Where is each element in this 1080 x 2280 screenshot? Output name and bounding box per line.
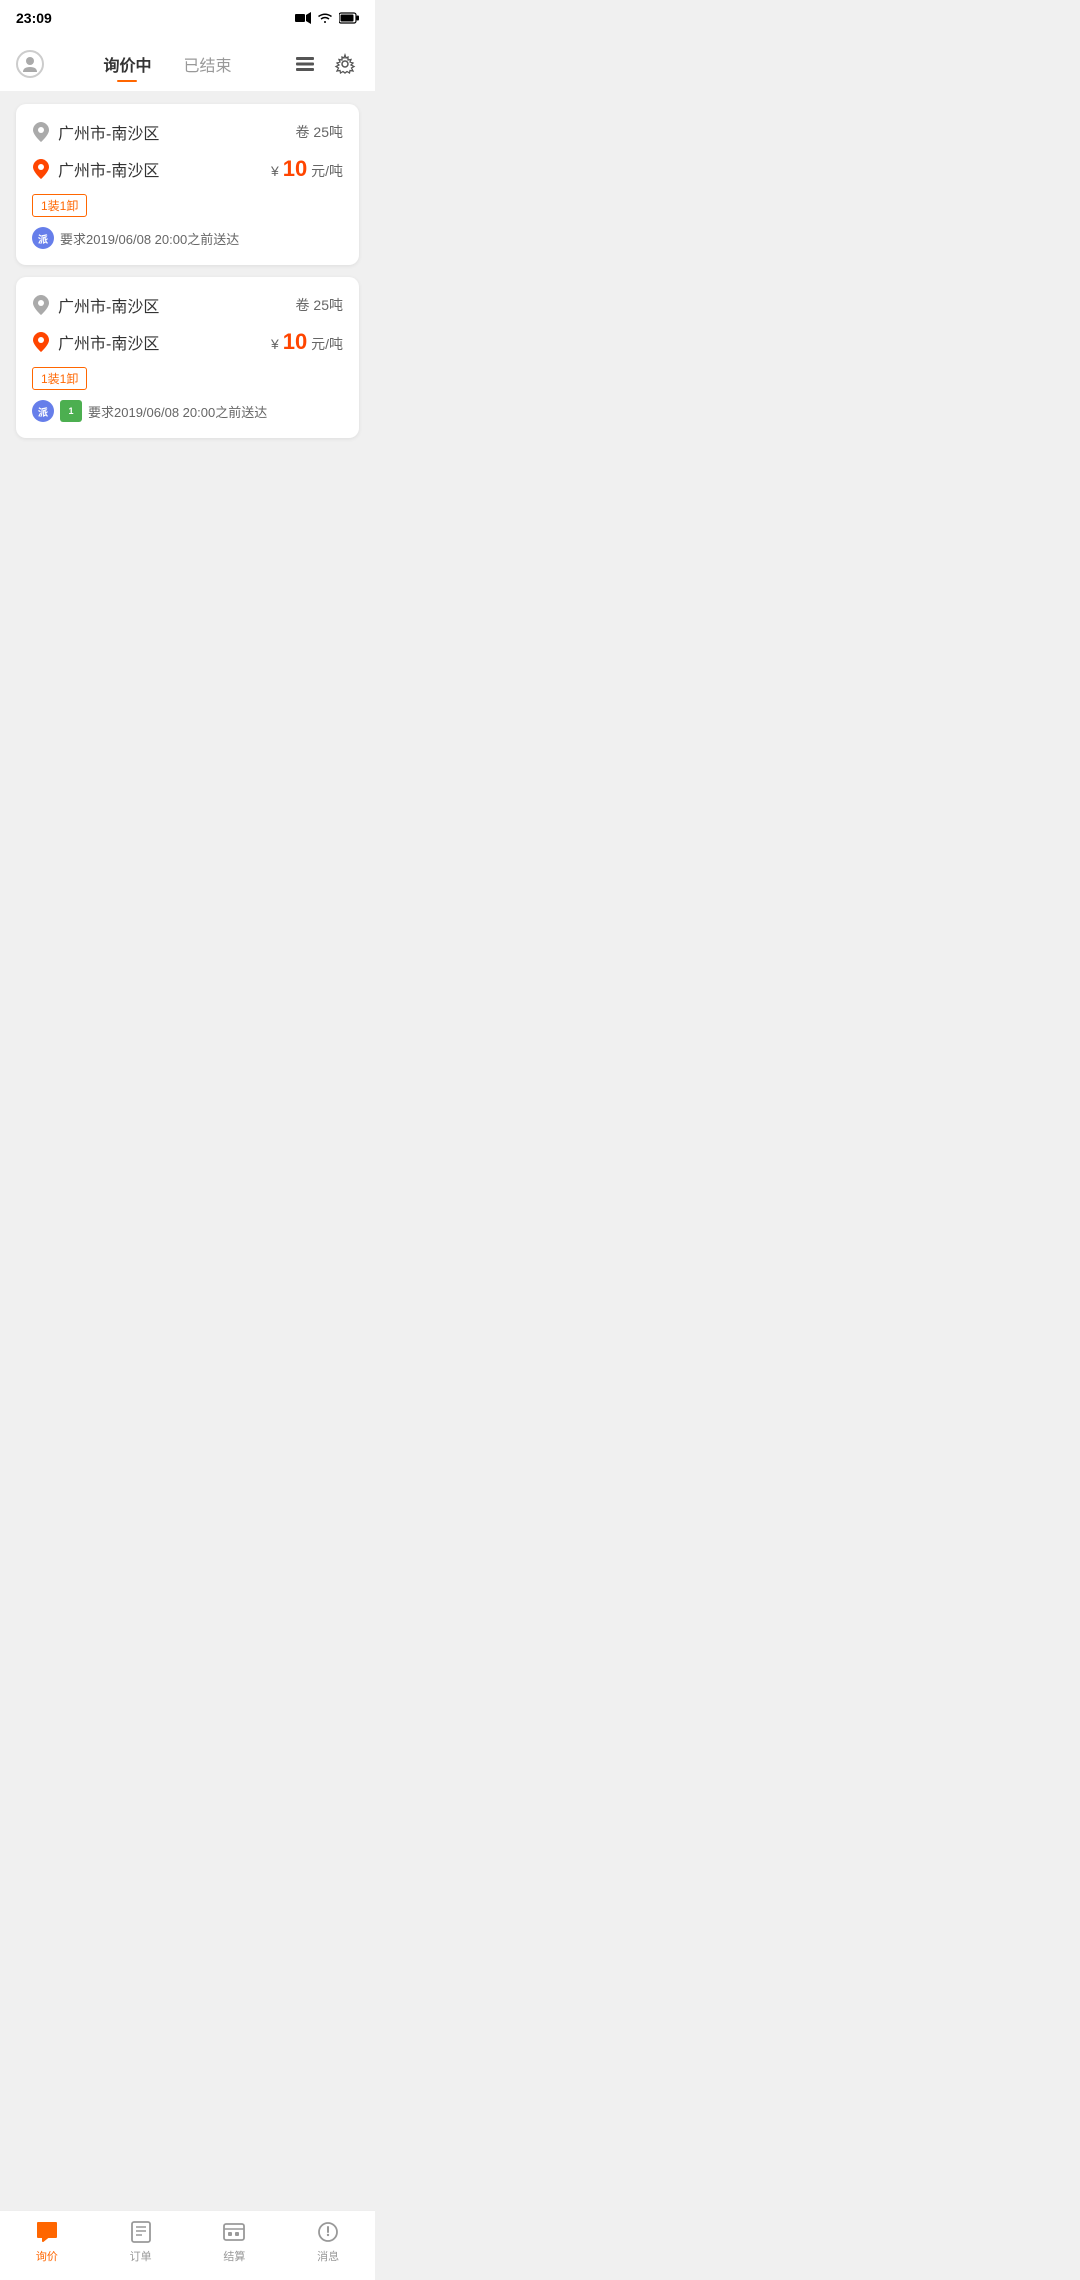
dispatch-icon-1: 派	[32, 227, 54, 249]
deadline-row-1: 派 要求2019/06/08 20:00之前送达	[32, 227, 343, 249]
nav-tabs: 询价中 已结束	[44, 48, 291, 80]
badge-icon-2: 1	[60, 400, 82, 422]
top-nav: 询价中 已结束	[0, 36, 375, 92]
inquiry-card-1[interactable]: 广州市-南沙区 卷 25吨 广州市-南沙区 ¥ 10 元/吨 1装1卸	[16, 104, 359, 265]
deadline-text-2: 要求2019/06/08 20:00之前送达	[88, 402, 267, 421]
price-display-2: ¥ 10 元/吨	[271, 329, 343, 355]
destination-pin-icon-2	[32, 333, 50, 351]
origin-left-1: 广州市-南沙区	[32, 120, 159, 144]
origin-left-2: 广州市-南沙区	[32, 293, 159, 317]
video-icon	[295, 12, 311, 24]
destination-row-2: 广州市-南沙区 ¥ 10 元/吨	[32, 329, 343, 355]
status-bar: 23:09	[0, 0, 375, 36]
battery-icon	[339, 12, 359, 24]
orders-nav-icon	[128, 2219, 154, 2245]
deadline-text-1: 要求2019/06/08 20:00之前送达	[60, 229, 239, 248]
weight-2: 卷 25吨	[296, 295, 343, 315]
bottom-nav-messages[interactable]: 消息	[281, 2219, 375, 2264]
wifi-icon	[317, 12, 333, 24]
status-time: 23:09	[16, 10, 52, 26]
inquiry-nav-label: 询价	[36, 2248, 58, 2264]
main-content: 广州市-南沙区 卷 25吨 广州市-南沙区 ¥ 10 元/吨 1装1卸	[0, 92, 375, 462]
destination-left-2: 广州市-南沙区	[32, 330, 159, 354]
origin-row-2: 广州市-南沙区 卷 25吨	[32, 293, 343, 317]
messages-nav-label: 消息	[317, 2248, 339, 2264]
billing-nav-icon	[221, 2219, 247, 2245]
destination-pin-icon-1	[32, 160, 50, 178]
origin-city-1: 广州市-南沙区	[58, 120, 159, 144]
dispatch-icon-2: 派	[32, 400, 54, 422]
origin-pin-icon-1	[32, 123, 50, 141]
origin-pin-icon-2	[32, 296, 50, 314]
origin-city-2: 广州市-南沙区	[58, 293, 159, 317]
price-display-1: ¥ 10 元/吨	[271, 156, 343, 182]
destination-row-1: 广州市-南沙区 ¥ 10 元/吨	[32, 156, 343, 182]
price-number-2: 10	[283, 329, 307, 354]
billing-nav-label: 结算	[223, 2248, 245, 2264]
bottom-nav-inquiry[interactable]: 询价	[0, 2219, 94, 2264]
deadline-row-2: 派 1 要求2019/06/08 20:00之前送达	[32, 400, 343, 422]
destination-city-2: 广州市-南沙区	[58, 330, 159, 354]
destination-city-1: 广州市-南沙区	[58, 157, 159, 181]
nav-right-icons	[291, 50, 359, 78]
status-icons	[295, 12, 359, 24]
load-unload-tag-1: 1装1卸	[32, 194, 87, 217]
tag-row-1: 1装1卸	[32, 194, 343, 217]
layers-button[interactable]	[291, 50, 319, 78]
price-number-1: 10	[283, 156, 307, 181]
inquiry-card-2[interactable]: 广州市-南沙区 卷 25吨 广州市-南沙区 ¥ 10 元/吨 1装1卸	[16, 277, 359, 438]
destination-left-1: 广州市-南沙区	[32, 157, 159, 181]
messages-nav-icon	[315, 2219, 341, 2245]
bottom-nav: 询价 订单 结算	[0, 2210, 375, 2280]
origin-row-1: 广州市-南沙区 卷 25吨	[32, 120, 343, 144]
load-unload-tag-2: 1装1卸	[32, 367, 87, 390]
tab-inquiry[interactable]: 询价中	[103, 48, 151, 80]
user-avatar[interactable]	[16, 50, 44, 78]
settings-button[interactable]	[331, 50, 359, 78]
bottom-nav-billing[interactable]: 结算	[188, 2219, 282, 2264]
tag-row-2: 1装1卸	[32, 367, 343, 390]
weight-1: 卷 25吨	[296, 122, 343, 142]
tab-ended[interactable]: 已结束	[184, 48, 232, 80]
orders-nav-label: 订单	[130, 2248, 152, 2264]
bottom-nav-orders[interactable]: 订单	[94, 2219, 188, 2264]
inquiry-nav-icon	[34, 2219, 60, 2245]
